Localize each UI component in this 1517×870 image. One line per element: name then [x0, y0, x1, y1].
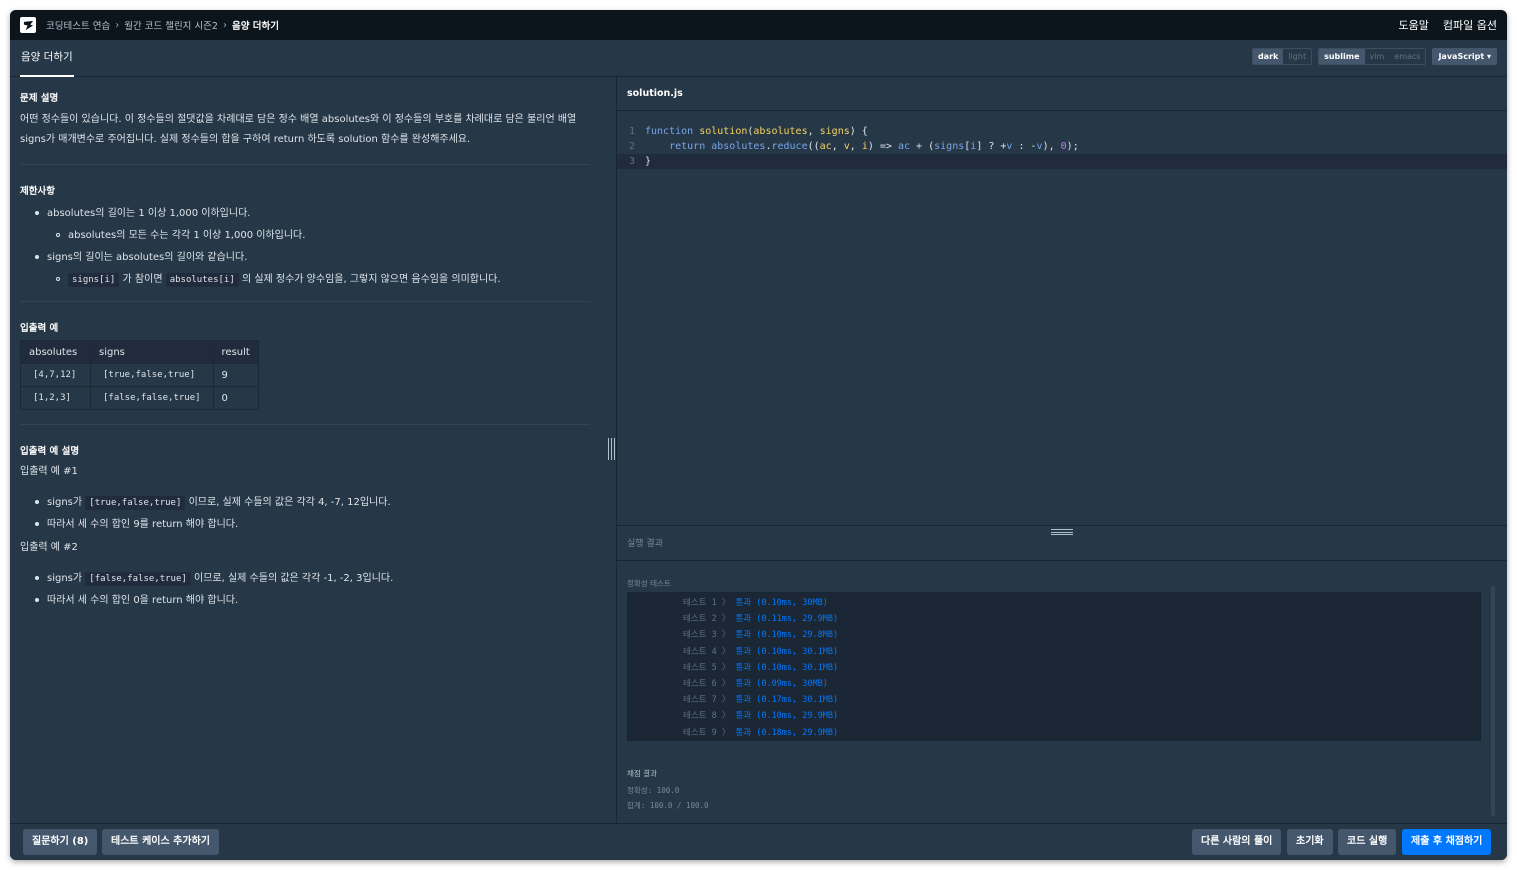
line-number: 1 — [628, 126, 635, 137]
line-number: 2 — [628, 141, 635, 152]
inline-code: [true,false,true] — [85, 496, 186, 510]
description-line-1: 어떤 정수들이 있습니다. 이 정수들의 절댓값을 차례대로 담은 정수 배열 … — [20, 114, 577, 125]
keymap-vim-option[interactable]: vim — [1364, 49, 1390, 64]
divider — [617, 560, 1507, 561]
bottom-action-bar: 질문하기 (8) 테스트 케이스 추가하기 다른 사람의 풀이 초기화 코드 실… — [10, 823, 1507, 860]
table-row: [4,7,12] [true,false,true] 9 — [20, 363, 259, 387]
list-item: signs가 [true,false,true] 이므로, 실제 수들의 값은 … — [35, 493, 391, 510]
grading-accuracy: 정확성: 100.0 — [627, 786, 680, 795]
scrollbar[interactable] — [1491, 586, 1495, 816]
theme-toggle: dark light — [1251, 48, 1313, 65]
language-value: JavaScript — [1438, 52, 1485, 61]
top-navbar: 코딩테스트 연습 › 월간 코드 챌린지 시즌2 › 음양 더하기 도움말 컴파… — [10, 10, 1507, 40]
test-result-row: 테스트 1 〉 통과 (0.10ms, 30MB) — [683, 598, 828, 608]
keymap-sublime-option[interactable]: sublime — [1319, 49, 1365, 64]
problem-panel: 문제 설명 어떤 정수들이 있습니다. 이 정수들의 절댓값을 차례대로 담은 … — [10, 77, 616, 823]
example-1-title: 입출력 예 #1 — [20, 466, 78, 477]
table-row: [1,2,3] [false,false,true] 0 — [20, 386, 259, 410]
theme-dark-option[interactable]: dark — [1252, 49, 1284, 64]
logo-icon[interactable] — [20, 17, 36, 33]
others-solutions-button[interactable]: 다른 사람의 풀이 — [1192, 829, 1282, 855]
io-explanation-heading: 입출력 예 설명 — [20, 446, 80, 457]
test-result-row: 테스트 7 〉 통과 (0.17ms, 30.1MB) — [683, 695, 839, 706]
question-button[interactable]: 질문하기 (8) — [23, 829, 98, 855]
test-result-row: 테스트 9 〉 통과 (0.18ms, 29.9MB) — [683, 727, 839, 738]
divider — [20, 301, 590, 302]
table-header: result — [212, 340, 259, 364]
description-line-2: signs가 매개변수로 주어집니다. 실제 정수들의 합을 구하여 retur… — [20, 134, 471, 145]
grading-title: 채점 결과 — [627, 769, 657, 778]
description-heading: 문제 설명 — [20, 93, 59, 104]
result-panel: 실행 결과 정확성 테스트 테스트 1 〉 통과 (0.10ms, 30MB) … — [617, 525, 1507, 823]
test-result-row: 테스트 4 〉 통과 (0.10ms, 30.1MB) — [683, 646, 839, 657]
tab-problem-title[interactable]: 음양 더하기 — [20, 40, 74, 77]
help-link[interactable]: 도움말 — [1399, 17, 1429, 33]
inline-code: signs[i] — [68, 273, 120, 287]
test-result-row: 테스트 2 〉 통과 (0.11ms, 29.9MB) — [683, 614, 839, 625]
caret-down-icon: ▾ — [1486, 52, 1491, 61]
resize-handle-icon[interactable] — [607, 438, 615, 460]
reset-button[interactable]: 초기화 — [1287, 829, 1333, 855]
result-title: 실행 결과 — [627, 539, 663, 549]
compile-options-link[interactable]: 컴파일 옵션 — [1443, 17, 1497, 33]
breadcrumb-item-challenge[interactable]: 월간 코드 챌린지 시즌2 — [124, 18, 218, 32]
editor-filename: solution.js — [617, 77, 1507, 111]
inline-code: [false,false,true] — [85, 572, 191, 586]
run-code-button[interactable]: 코드 실행 — [1338, 829, 1397, 855]
accuracy-test-label: 정확성 테스트 — [627, 579, 671, 588]
constraints-heading: 제한사항 — [20, 186, 55, 197]
code-line[interactable]: 1 function solution(absolutes, signs) { — [617, 124, 1507, 139]
test-result-row: 테스트 8 〉 통과 (0.10ms, 29.9MB) — [683, 711, 839, 722]
inline-code: absolutes[i] — [165, 273, 239, 287]
io-example-table: absolutes signs result [4,7,12] [true,fa… — [20, 340, 259, 410]
io-example-heading: 입출력 예 — [20, 323, 59, 334]
keymap-toggle: sublime vim emacs — [1318, 48, 1427, 65]
editor-toggles: dark light sublime vim emacs JavaScript … — [1251, 48, 1497, 65]
breadcrumb-item-practice[interactable]: 코딩테스트 연습 — [46, 18, 110, 32]
line-number: 3 — [628, 156, 635, 167]
test-result-row: 테스트 5 〉 통과 (0.10ms, 30.1MB) — [683, 662, 839, 673]
list-item: signs가 [false,false,true] 이므로, 실제 수들의 값은… — [35, 569, 393, 586]
table-cell: [false,false,true] — [90, 386, 214, 410]
resize-handle-icon[interactable] — [1051, 529, 1073, 535]
divider — [20, 424, 590, 425]
divider — [20, 164, 590, 165]
tab-row: 음양 더하기 dark light sublime vim emacs Java… — [10, 40, 1507, 77]
keymap-emacs-option[interactable]: emacs — [1389, 49, 1426, 64]
list-item: 따라서 세 수의 합인 0을 return 해야 합니다. — [35, 591, 238, 606]
grading-total: 합계: 100.0 / 100.0 — [627, 801, 709, 810]
test-results-console: 테스트 1 〉 통과 (0.10ms, 30MB) 테스트 2 〉 통과 (0.… — [627, 592, 1481, 741]
table-header-row: absolutes signs result — [20, 340, 259, 364]
chevron-right-icon: › — [115, 19, 120, 31]
test-result-row: 테스트 3 〉 통과 (0.10ms, 29.8MB) — [683, 630, 839, 641]
table-cell: 9 — [212, 363, 259, 387]
code-editor[interactable]: 1 function solution(absolutes, signs) { 2… — [617, 111, 1507, 525]
table-header: absolutes — [20, 340, 91, 364]
list-item: absolutes의 길이는 1 이상 1,000 이하입니다. — [35, 204, 250, 219]
table-cell: [1,2,3] — [20, 386, 91, 410]
language-select[interactable]: JavaScript ▾ — [1432, 48, 1497, 65]
list-item: 따라서 세 수의 합인 9를 return 해야 합니다. — [35, 515, 238, 530]
code-line[interactable]: 3} — [617, 154, 1507, 169]
table-header: signs — [90, 340, 214, 364]
chevron-right-icon: › — [222, 19, 227, 31]
theme-light-option[interactable]: light — [1283, 49, 1312, 64]
code-line[interactable]: 2 return absolutes.reduce((ac, v, i) => … — [617, 139, 1507, 154]
table-cell: [true,false,true] — [90, 363, 214, 387]
table-cell: 0 — [212, 386, 259, 410]
code-editor-panel: solution.js 1 function solution(absolutes… — [617, 77, 1507, 525]
test-result-row: 테스트 6 〉 통과 (0.09ms, 30MB) — [683, 678, 828, 689]
list-item: signs[i] 가 참이면 absolutes[i] 의 실제 정수가 양수임… — [56, 270, 501, 287]
add-testcase-button[interactable]: 테스트 케이스 추가하기 — [102, 829, 219, 855]
app-window: 코딩테스트 연습 › 월간 코드 챌린지 시즌2 › 음양 더하기 도움말 컴파… — [10, 10, 1507, 860]
table-cell: [4,7,12] — [20, 363, 91, 387]
list-item: absolutes의 모든 수는 각각 1 이상 1,000 이하입니다. — [56, 226, 305, 241]
breadcrumb-item-current: 음양 더하기 — [231, 21, 279, 32]
list-item: signs의 길이는 absolutes의 길이와 같습니다. — [35, 248, 247, 263]
submit-button[interactable]: 제출 후 채점하기 — [1402, 829, 1492, 855]
example-2-title: 입출력 예 #2 — [20, 542, 78, 553]
